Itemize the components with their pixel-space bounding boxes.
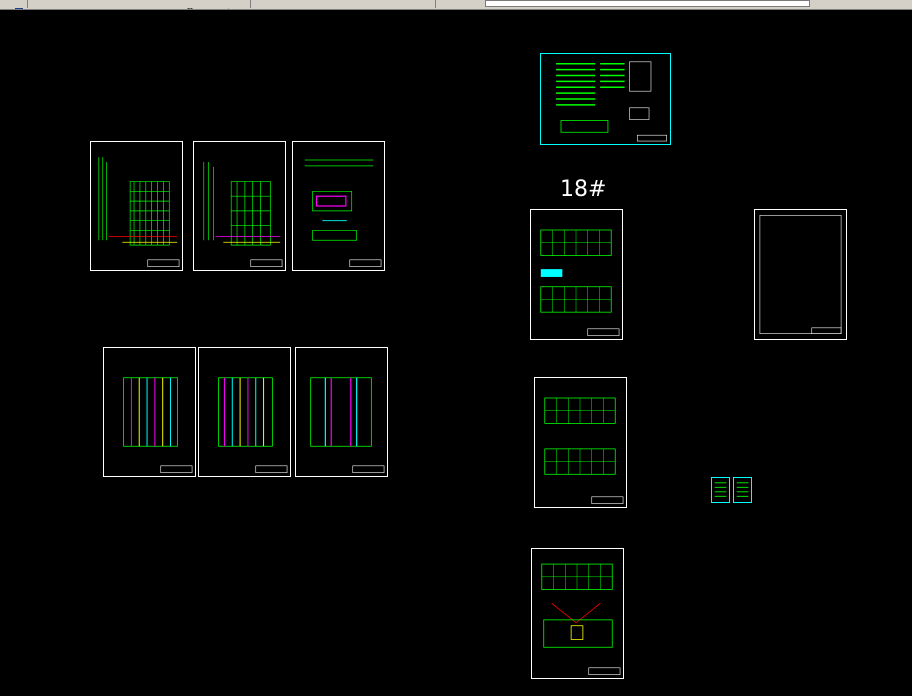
- drawing-sheet-detail[interactable]: [292, 141, 385, 271]
- drawing-sheet-floor-plan-1[interactable]: [530, 209, 623, 340]
- drawing-sheet-blank[interactable]: [754, 209, 847, 340]
- sheet-drawing: [540, 229, 620, 336]
- drawing-thumbnail-1[interactable]: [711, 477, 730, 503]
- sheet-drawing: [123, 377, 193, 473]
- save-icon[interactable]: [14, 0, 24, 9]
- sheet-drawing: [736, 482, 749, 497]
- layer-icon[interactable]: [446, 0, 456, 7]
- print-icon[interactable]: [31, 0, 41, 7]
- properties-icon[interactable]: [256, 0, 266, 7]
- undo-icon[interactable]: [80, 0, 90, 7]
- sheet-drawing: [544, 397, 624, 504]
- layer-state-icon[interactable]: [828, 0, 838, 7]
- open-icon[interactable]: [2, 0, 12, 7]
- markup-icon[interactable]: [330, 0, 340, 7]
- drawing-sheet-section-1[interactable]: [103, 347, 196, 477]
- drawing-canvas[interactable]: 18#: [0, 10, 912, 696]
- drawing-sheet-section-3[interactable]: [295, 347, 388, 477]
- drawing-sheet-elevation-1[interactable]: [90, 141, 183, 271]
- sheet-drawing: [304, 159, 382, 267]
- sheet-set-icon[interactable]: [305, 0, 315, 7]
- design-center-icon[interactable]: [268, 0, 278, 7]
- drawing-sheet-section-2[interactable]: [198, 347, 291, 477]
- sheet-drawing: [98, 157, 180, 267]
- calculator-icon[interactable]: [378, 0, 388, 7]
- building-number-label: 18#: [560, 177, 607, 202]
- drawing-sheet-floor-plan-2[interactable]: [534, 377, 627, 508]
- layer-dropdown[interactable]: [485, 0, 810, 7]
- sheet-drawing: [218, 377, 288, 473]
- help-icon[interactable]: [405, 0, 415, 7]
- cad-toolbar: [0, 0, 912, 10]
- pan-icon[interactable]: [165, 0, 175, 7]
- redo-icon[interactable]: [150, 0, 160, 7]
- drawing-sheet-elevation-2[interactable]: [193, 141, 286, 271]
- tool-palette-icon[interactable]: [282, 0, 292, 7]
- sheet-drawing: [556, 61, 667, 142]
- zoom-icon[interactable]: [185, 0, 195, 9]
- sheet-drawing: [759, 215, 842, 334]
- sheet-drawing: [203, 161, 283, 267]
- chevron-down-icon[interactable]: [798, 0, 808, 7]
- drawing-sheet-floor-plan-3[interactable]: [531, 548, 624, 679]
- drawing-thumbnail-2[interactable]: [733, 477, 752, 503]
- layer-previous-icon[interactable]: [470, 0, 480, 7]
- drawing-sheet-design-notes[interactable]: [540, 53, 671, 145]
- sheet-drawing: [310, 377, 385, 473]
- zoom-window-icon[interactable]: [220, 0, 230, 9]
- sheet-drawing: [714, 482, 727, 497]
- sheet-drawing: [541, 563, 621, 675]
